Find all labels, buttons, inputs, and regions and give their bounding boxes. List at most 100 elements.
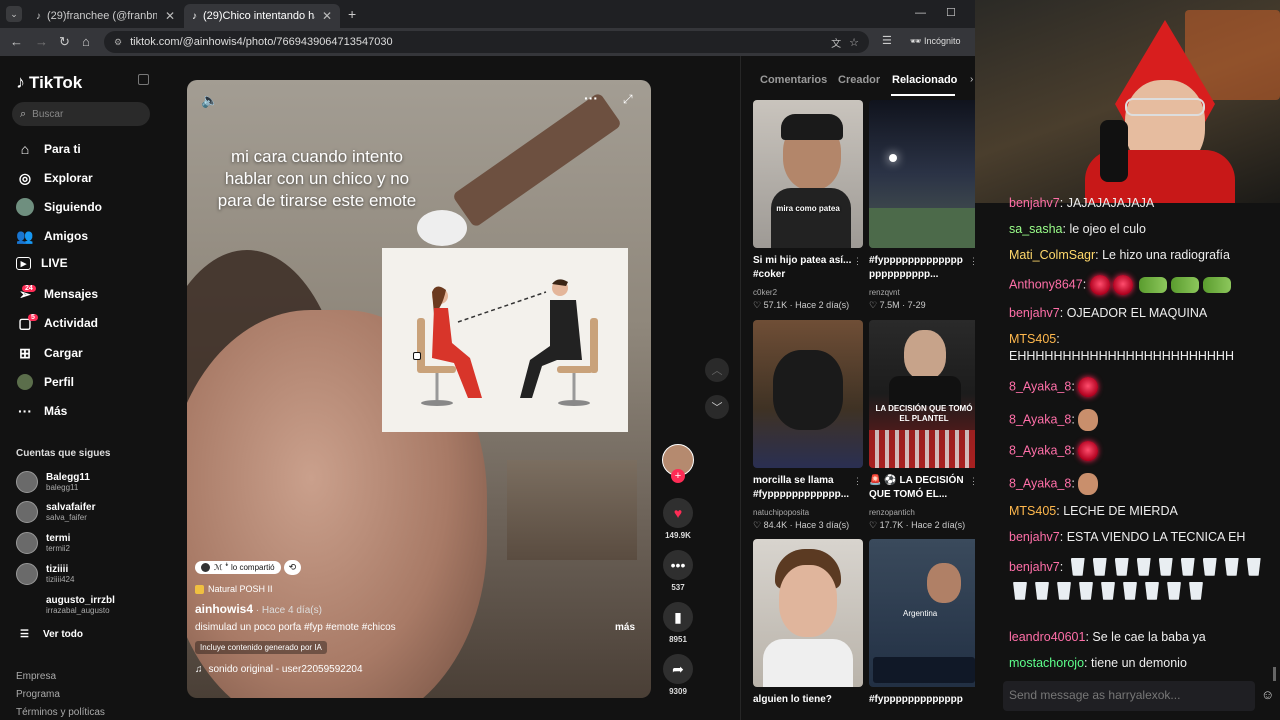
shared-by-chip[interactable]: ℳ ꜜ lo compartió	[195, 561, 281, 574]
author-name[interactable]: ainhowis4	[195, 602, 253, 616]
related-card-title[interactable]: morcilla se llama #fypppppppppppp...	[753, 474, 863, 502]
card-more-icon[interactable]: ⋮	[853, 256, 862, 267]
related-card-author[interactable]: renzopantich	[869, 507, 981, 518]
related-card-title[interactable]: #fyppppppppppppp	[869, 693, 979, 707]
reload-icon[interactable]: ↻	[59, 34, 70, 50]
browser-tab-1[interactable]: ♪ (29)franchee (@franbmd) | TikTok ✕	[28, 4, 183, 28]
nav-live[interactable]: ▸ LIVE	[16, 256, 68, 270]
fullscreen-icon[interactable]: ⤢	[623, 92, 633, 107]
tab-comentarios[interactable]: Comentarios	[760, 74, 827, 86]
follow-plus-icon[interactable]: +	[671, 469, 685, 483]
next-post-button[interactable]: ﹀	[705, 395, 729, 419]
sound-link[interactable]: ♫ sonido original - user22059592204	[195, 664, 635, 675]
chat-input[interactable]: Send message as harryalexok...	[1003, 681, 1255, 711]
related-card-title[interactable]: alguien lo tiene?	[753, 693, 863, 707]
reading-list-icon[interactable]: ☰	[882, 34, 892, 47]
following-account[interactable]: termi termii2	[16, 532, 70, 554]
more-options-icon[interactable]: ···	[584, 90, 598, 106]
tab-creador[interactable]: Creador	[838, 74, 880, 86]
tabs-scroll-icon[interactable]: ›	[970, 74, 973, 85]
chat-username[interactable]: Mati_ColmSagr	[1009, 248, 1095, 262]
nav-mas[interactable]: ··· Más	[16, 402, 67, 420]
forward-icon[interactable]: →	[35, 34, 48, 49]
related-card-author[interactable]: natuchipoposita	[753, 507, 865, 518]
footer-link-empresa[interactable]: Empresa	[16, 671, 56, 682]
browser-tab-2[interactable]: ♪ (29)Chico intentando hablar con... ✕	[184, 4, 340, 28]
related-card-title[interactable]: #fyppppppppppppp pppppppppp...	[869, 254, 979, 282]
close-tab-icon[interactable]: ✕	[322, 9, 332, 23]
chat-username[interactable]: benjahv7	[1009, 530, 1060, 544]
following-account[interactable]: augusto_irrzbl irrazabal_augusto	[16, 594, 115, 616]
site-info-icon[interactable]: ⚙	[114, 37, 122, 48]
following-account[interactable]: tiziiii tiziiii424	[16, 563, 74, 585]
related-card-title[interactable]: Si mi hijo patea así... #coker	[753, 254, 863, 282]
related-card-thumbnail[interactable]: Argentina	[869, 539, 979, 687]
nav-para-ti[interactable]: ⌂ Para ti	[16, 140, 81, 158]
chat-username[interactable]: 8_Ayaka_8	[1009, 443, 1071, 457]
footer-link-terminos[interactable]: Términos y políticas	[16, 707, 105, 718]
related-card-thumbnail[interactable]	[753, 320, 863, 468]
following-account[interactable]: Balegg11 balegg11	[16, 471, 90, 493]
avatar	[201, 563, 210, 572]
chat-username[interactable]: 8_Ayaka_8	[1009, 412, 1071, 426]
previous-post-button[interactable]: ︿	[705, 358, 729, 382]
related-card-title[interactable]: 🚨 ⚽ LA DECISIÓN QUE TOMÓ EL...	[869, 474, 979, 502]
photo-post-player[interactable]: mi cara cuando intento hablar con un chi…	[187, 80, 651, 698]
comment-button[interactable]: ••• 537	[662, 550, 694, 592]
volume-icon[interactable]: 🔈	[201, 92, 218, 109]
following-account[interactable]: salvafaifer salva_faifer	[16, 501, 95, 523]
related-card-thumbnail[interactable]	[869, 100, 979, 248]
translate-icon[interactable]: 文	[831, 35, 841, 50]
save-button[interactable]: ▮ 8951	[662, 602, 694, 644]
see-all-link[interactable]: ☰ Ver todo	[20, 629, 83, 640]
nav-explorar[interactable]: ◎ Explorar	[16, 169, 93, 187]
logo-text: TikTok	[29, 72, 83, 92]
chat-username[interactable]: MTS405	[1009, 332, 1056, 346]
share-button[interactable]: ➦ 9309	[662, 654, 694, 696]
nav-amigos[interactable]: 👥 Amigos	[16, 227, 88, 245]
tiktok-logo[interactable]: ♪ TikTok	[16, 72, 82, 93]
chat-username[interactable]: 8_Ayaka_8	[1009, 379, 1071, 393]
nav-cargar[interactable]: ⊞ Cargar	[16, 344, 83, 362]
emoji-icon[interactable]: ☺	[1261, 687, 1274, 702]
more-icon: ···	[18, 403, 32, 419]
related-card-thumbnail[interactable]: mira como patea	[753, 100, 863, 248]
nav-siguiendo[interactable]: Siguiendo	[16, 198, 102, 216]
tab-relacionado[interactable]: Relacionado	[892, 74, 957, 86]
bookmark-star-icon[interactable]: ☆	[849, 36, 859, 49]
close-tab-icon[interactable]: ✕	[165, 9, 175, 23]
nav-perfil[interactable]: Perfil	[16, 373, 74, 391]
card-more-icon[interactable]: ⋮	[853, 476, 862, 487]
chat-username[interactable]: MTS405	[1009, 504, 1056, 518]
creator-avatar-button[interactable]: +	[662, 444, 694, 483]
maximize-icon[interactable]: ☐	[946, 6, 956, 19]
related-card-author[interactable]: renzqvnt	[869, 287, 981, 298]
minimize-icon[interactable]: —	[915, 7, 926, 19]
address-bar[interactable]: ⚙ tiktok.com/@ainhowis4/photo/7669439064…	[104, 31, 869, 53]
footer-link-programa[interactable]: Programa	[16, 689, 60, 700]
related-card-thumbnail[interactable]	[753, 539, 863, 687]
like-button[interactable]: ♥ 149.9K	[662, 498, 694, 540]
avatar	[16, 501, 38, 523]
chat-username[interactable]: benjahv7	[1009, 560, 1060, 574]
incognito-indicator[interactable]: 🕶 Incógnito	[910, 36, 960, 47]
back-icon[interactable]: ←	[10, 34, 23, 49]
chat-username[interactable]: sa_sasha	[1009, 222, 1063, 236]
related-card-thumbnail[interactable]: LA DECISIÓN QUE TOMÓ EL PLANTEL	[869, 320, 979, 468]
chat-username[interactable]: benjahv7	[1009, 306, 1060, 320]
repost-icon[interactable]: ⟲	[283, 560, 302, 575]
home-browser-icon[interactable]: ⌂	[82, 34, 90, 49]
chat-scrollbar[interactable]	[1273, 667, 1276, 681]
more-link[interactable]: más	[615, 622, 635, 633]
related-card-author[interactable]: c0ker2	[753, 287, 865, 298]
search-input[interactable]: ⌕ Buscar	[12, 102, 150, 126]
chat-username[interactable]: 8_Ayaka_8	[1009, 476, 1071, 490]
collapse-sidebar-icon[interactable]	[138, 74, 149, 85]
chat-username[interactable]: mostachorojo	[1009, 656, 1084, 670]
tab-search-button[interactable]: ⌄	[6, 6, 22, 22]
chat-username[interactable]: benjahv7	[1009, 196, 1060, 210]
new-tab-button[interactable]: +	[348, 6, 356, 22]
chat-username[interactable]: leandro40601	[1009, 630, 1085, 644]
sound-tag[interactable]: Natural POSH II	[195, 584, 635, 594]
chat-username[interactable]: Anthony8647	[1009, 277, 1083, 291]
